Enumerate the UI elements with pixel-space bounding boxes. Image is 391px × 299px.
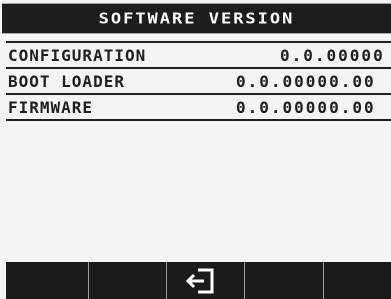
version-label-boot-loader: BOOT LOADER [8,72,125,91]
version-list: CONFIGURATION 0.0.00000 BOOT LOADER 0.0.… [6,41,391,121]
version-row-firmware: FIRMWARE 0.0.00000.00 [6,95,391,121]
version-label-firmware: FIRMWARE [8,98,94,117]
softkey-1[interactable] [6,262,88,299]
version-label-configuration: CONFIGURATION [8,46,147,65]
version-value-firmware: 0.0.00000.00 [236,98,376,117]
softkey-bar [6,262,391,299]
version-row-boot-loader: BOOT LOADER 0.0.00000.00 [6,69,391,95]
softkey-exit[interactable] [167,262,244,299]
exit-icon [185,268,214,294]
softkey-2[interactable] [89,262,166,299]
software-version-screen: SOFTWARE VERSION CONFIGURATION 0.0.00000… [0,0,391,299]
page-title: SOFTWARE VERSION [2,3,391,34]
version-value-configuration: 0.0.00000 [280,46,385,65]
version-row-configuration: CONFIGURATION 0.0.00000 [6,41,391,69]
version-value-boot-loader: 0.0.00000.00 [236,72,376,91]
softkey-5[interactable] [324,262,391,299]
softkey-4[interactable] [245,262,323,299]
